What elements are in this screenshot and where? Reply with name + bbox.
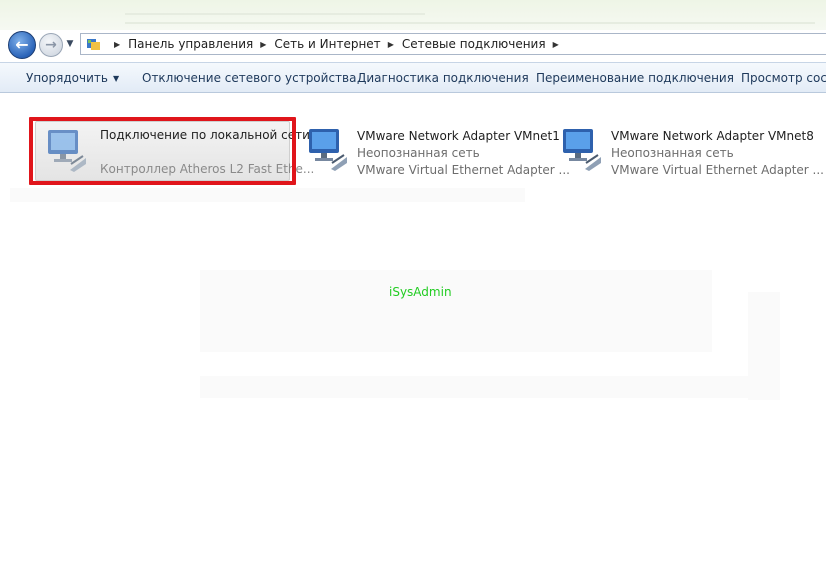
faded-region (748, 292, 780, 400)
command-toolbar: Упорядочить ▼ Отключение сетевого устройс… (0, 62, 826, 93)
adapter-device: VMware Virtual Ethernet Adapter ... (611, 163, 824, 177)
chevron-down-icon: ▼ (112, 74, 120, 83)
faded-region (200, 270, 712, 352)
watermark-text: iSysAdmin (389, 285, 452, 299)
adapter-vmnet1[interactable]: VMware Network Adapter VMnet1 Неопознанн… (297, 121, 570, 177)
network-adapter-icon (559, 127, 603, 171)
faded-text-line (125, 22, 815, 24)
back-arrow-icon: ← (15, 35, 29, 54)
breadcrumb-separator-icon[interactable]: ▶ (260, 40, 266, 49)
adapter-status: Неопознанная сеть (611, 146, 734, 160)
breadcrumb-network-connections[interactable]: Сетевые подключения (402, 37, 546, 51)
recent-pages-dropdown[interactable]: ▼ (65, 38, 75, 50)
breadcrumb-separator-icon[interactable]: ▶ (388, 40, 394, 49)
back-button[interactable]: ← (8, 31, 36, 59)
breadcrumb-separator-icon[interactable]: ▶ (553, 40, 559, 49)
highlight-annotation (29, 117, 296, 185)
faded-region (200, 376, 780, 398)
forward-arrow-icon: → (45, 37, 57, 53)
view-status-button[interactable]: Просмотр сост (741, 63, 826, 93)
disable-device-button[interactable]: Отключение сетевого устройства (142, 63, 356, 93)
organize-label: Упорядочить (26, 71, 108, 85)
adapter-status: Неопознанная сеть (357, 146, 480, 160)
faded-text-line (125, 13, 425, 15)
forward-button[interactable]: → (39, 33, 63, 57)
breadcrumb-separator-icon[interactable]: ▶ (114, 40, 120, 49)
organize-button[interactable]: Упорядочить ▼ (26, 63, 119, 93)
adapter-name: VMware Network Adapter VMnet8 (611, 129, 814, 143)
adapter-name: VMware Network Adapter VMnet1 (357, 129, 560, 143)
window-top-strip (0, 0, 826, 30)
adapter-device: VMware Virtual Ethernet Adapter ... (357, 163, 570, 177)
adapter-vmnet8[interactable]: VMware Network Adapter VMnet8 Неопознанн… (551, 121, 824, 177)
address-bar[interactable]: ▶ Панель управления ▶ Сеть и Интернет ▶ … (80, 33, 826, 55)
diagnose-connection-button[interactable]: Диагностика подключения (357, 63, 529, 93)
breadcrumb-network-internet[interactable]: Сеть и Интернет (274, 37, 380, 51)
chevron-down-icon: ▼ (66, 39, 74, 49)
rename-connection-button[interactable]: Переименование подключения (536, 63, 734, 93)
network-adapter-icon (305, 127, 349, 171)
faded-region (10, 188, 525, 202)
control-panel-icon (87, 37, 101, 51)
breadcrumb-control-panel[interactable]: Панель управления (128, 37, 253, 51)
